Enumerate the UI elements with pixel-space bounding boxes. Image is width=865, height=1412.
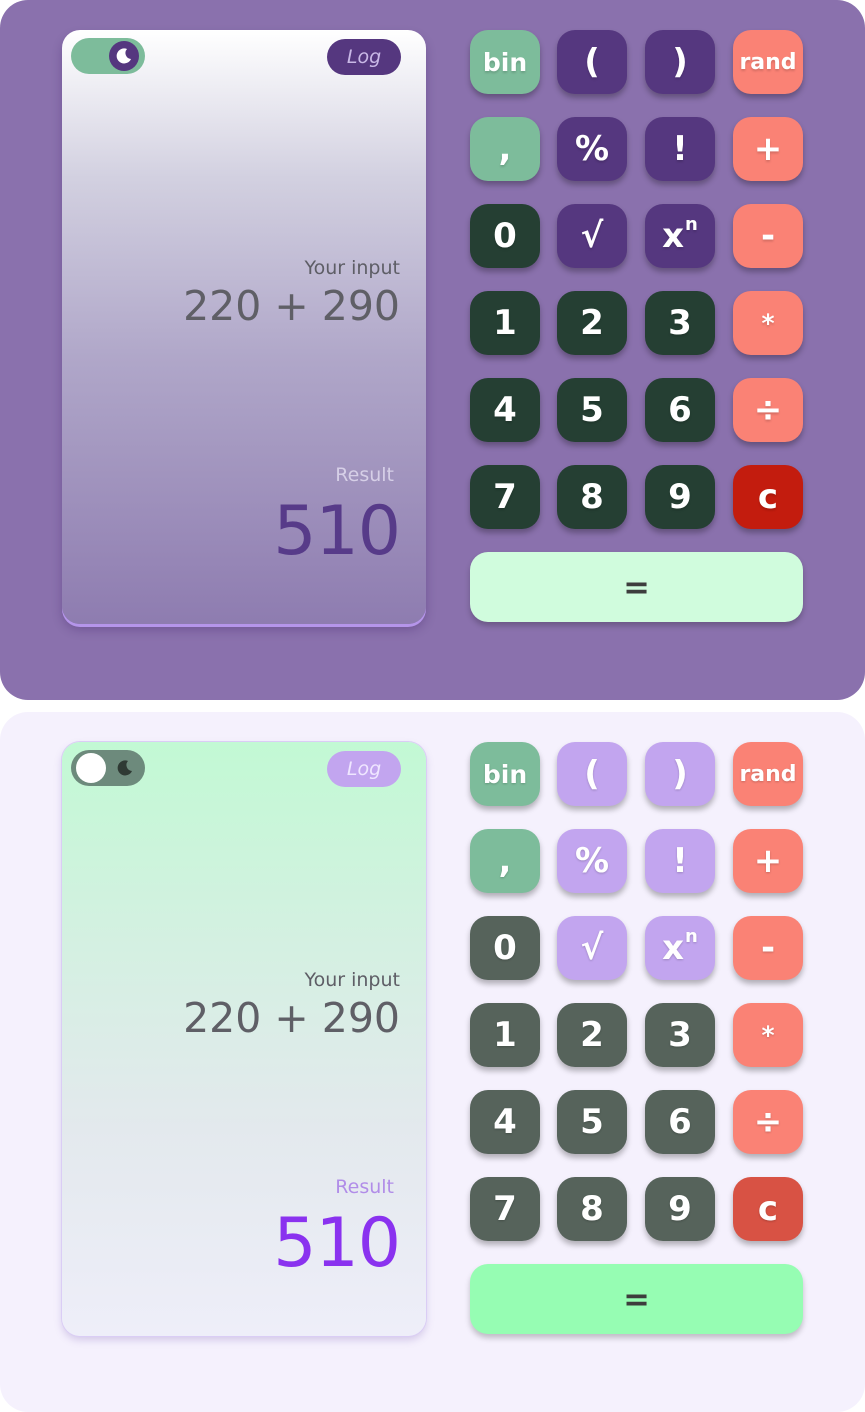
open-paren-button[interactable]: ( xyxy=(557,742,627,806)
digit-8-button[interactable]: 8 xyxy=(557,465,627,529)
multiply-button[interactable]: * xyxy=(733,1003,803,1067)
digit-9-button[interactable]: 9 xyxy=(645,465,715,529)
result-value: 510 xyxy=(273,1204,401,1283)
rand-button[interactable]: rand xyxy=(733,742,803,806)
input-label: Your input xyxy=(304,257,400,279)
theme-toggle[interactable] xyxy=(71,750,145,786)
theme-toggle[interactable] xyxy=(71,38,145,74)
comma-button[interactable]: , xyxy=(470,829,540,893)
digit-1-button[interactable]: 1 xyxy=(470,291,540,355)
clear-button[interactable]: c xyxy=(733,465,803,529)
clear-button[interactable]: c xyxy=(733,1177,803,1241)
power-base: x xyxy=(662,928,685,968)
digit-5-button[interactable]: 5 xyxy=(557,378,627,442)
digit-8-button[interactable]: 8 xyxy=(557,1177,627,1241)
digit-5-button[interactable]: 5 xyxy=(557,1090,627,1154)
digit-6-button[interactable]: 6 xyxy=(645,1090,715,1154)
digit-9-button[interactable]: 9 xyxy=(645,1177,715,1241)
plus-button[interactable]: + xyxy=(733,829,803,893)
digit-0-button[interactable]: 0 xyxy=(470,204,540,268)
power-exponent: n xyxy=(685,213,698,235)
minus-button[interactable]: - xyxy=(733,916,803,980)
close-paren-button[interactable]: ) xyxy=(645,30,715,94)
digit-2-button[interactable]: 2 xyxy=(557,291,627,355)
percent-button[interactable]: % xyxy=(557,117,627,181)
display-screen: Log Your input 220 + 290 Result 510 xyxy=(62,742,426,1336)
minus-button[interactable]: - xyxy=(733,204,803,268)
sqrt-button[interactable]: √ xyxy=(557,916,627,980)
input-label: Your input xyxy=(304,969,400,991)
calculator-dark: Log Your input 220 + 290 Result 510 bin … xyxy=(0,0,865,700)
digit-7-button[interactable]: 7 xyxy=(470,465,540,529)
digit-2-button[interactable]: 2 xyxy=(557,1003,627,1067)
input-expression: 220 + 290 xyxy=(183,994,400,1042)
comma-button[interactable]: , xyxy=(470,117,540,181)
display-screen: Log Your input 220 + 290 Result 510 xyxy=(62,30,426,624)
bin-button[interactable]: bin xyxy=(470,30,540,94)
log-button[interactable]: Log xyxy=(327,751,401,787)
result-label: Result xyxy=(335,464,394,486)
result-label: Result xyxy=(335,1176,394,1198)
power-base: x xyxy=(662,216,685,256)
multiply-button[interactable]: * xyxy=(733,291,803,355)
digit-4-button[interactable]: 4 xyxy=(470,378,540,442)
factorial-button[interactable]: ! xyxy=(645,117,715,181)
bin-button[interactable]: bin xyxy=(470,742,540,806)
equals-button[interactable]: = xyxy=(470,1264,803,1334)
open-paren-button[interactable]: ( xyxy=(557,30,627,94)
divide-button[interactable]: ÷ xyxy=(733,1090,803,1154)
factorial-button[interactable]: ! xyxy=(645,829,715,893)
sqrt-button[interactable]: √ xyxy=(557,204,627,268)
digit-3-button[interactable]: 3 xyxy=(645,291,715,355)
digit-6-button[interactable]: 6 xyxy=(645,378,715,442)
plus-button[interactable]: + xyxy=(733,117,803,181)
moon-icon xyxy=(116,48,131,64)
power-button[interactable]: xn xyxy=(645,916,715,980)
equals-button[interactable]: = xyxy=(470,552,803,622)
log-button[interactable]: Log xyxy=(327,39,401,75)
power-exponent: n xyxy=(685,925,698,947)
calculator-light: Log Your input 220 + 290 Result 510 bin … xyxy=(0,712,865,1412)
digit-1-button[interactable]: 1 xyxy=(470,1003,540,1067)
percent-button[interactable]: % xyxy=(557,829,627,893)
toggle-knob xyxy=(76,753,106,783)
divide-button[interactable]: ÷ xyxy=(733,378,803,442)
power-button[interactable]: xn xyxy=(645,204,715,268)
rand-button[interactable]: rand xyxy=(733,30,803,94)
input-expression: 220 + 290 xyxy=(183,282,400,330)
close-paren-button[interactable]: ) xyxy=(645,742,715,806)
digit-7-button[interactable]: 7 xyxy=(470,1177,540,1241)
result-value: 510 xyxy=(273,492,401,571)
digit-4-button[interactable]: 4 xyxy=(470,1090,540,1154)
digit-3-button[interactable]: 3 xyxy=(645,1003,715,1067)
moon-icon xyxy=(117,760,132,776)
digit-0-button[interactable]: 0 xyxy=(470,916,540,980)
